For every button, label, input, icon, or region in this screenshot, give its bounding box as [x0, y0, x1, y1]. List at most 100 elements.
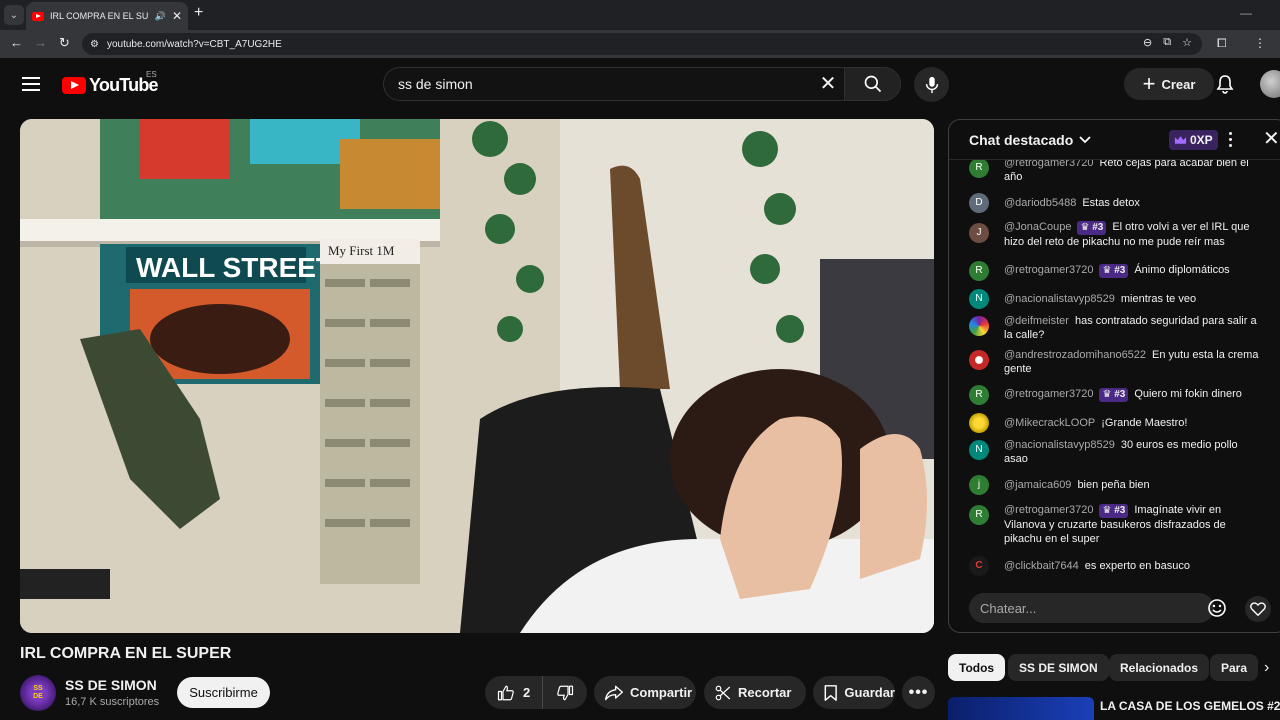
- author-avatar[interactable]: j: [969, 475, 989, 495]
- author-name[interactable]: @clickbait7644: [1004, 560, 1079, 572]
- reload-icon[interactable]: ↻: [59, 35, 70, 51]
- chat-mode-title[interactable]: Chat destacado: [969, 132, 1073, 148]
- notifications-button[interactable]: [1214, 73, 1236, 95]
- dislike-button[interactable]: [543, 676, 587, 709]
- share-icon: [605, 685, 623, 700]
- emoji-icon[interactable]: [1207, 598, 1227, 618]
- author-name[interactable]: @nacionalistavyp8529: [1004, 439, 1115, 451]
- clear-search-icon[interactable]: ✕: [816, 72, 840, 96]
- message-text: Ánimo diplomáticos: [1134, 264, 1230, 276]
- author-avatar[interactable]: R: [969, 160, 989, 178]
- chat-options-icon[interactable]: [1229, 132, 1232, 147]
- close-chat-icon[interactable]: ✕: [1263, 129, 1280, 149]
- subscriber-count: 16,7 K suscriptores: [65, 696, 160, 708]
- tab-search-button[interactable]: ⌄: [4, 5, 24, 25]
- new-tab-icon[interactable]: +: [194, 4, 203, 22]
- chip-for-you[interactable]: Para: [1210, 654, 1258, 681]
- author-name[interactable]: @retrogamer3720: [1004, 504, 1093, 516]
- suggested-video-title[interactable]: LA CASA DE LOS GEMELOS #2 |: [1100, 699, 1280, 713]
- browser-tab[interactable]: IRL COMPRA EN EL SUPER 🔊 ✕: [26, 2, 188, 30]
- region-code: ES: [146, 70, 157, 79]
- tab-close-icon[interactable]: ✕: [172, 9, 182, 23]
- search-button[interactable]: [845, 67, 901, 101]
- chip-channel[interactable]: SS DE SIMON: [1008, 654, 1109, 681]
- author-name[interactable]: @retrogamer3720: [1004, 264, 1093, 276]
- author-avatar[interactable]: C: [969, 556, 989, 576]
- author-name[interactable]: @MikecrackLOOP: [1004, 417, 1095, 429]
- message-text: mientras te veo: [1120, 293, 1197, 305]
- author-avatar[interactable]: R: [969, 261, 989, 281]
- channel-avatar[interactable]: SS DE: [20, 675, 56, 711]
- cast-icon[interactable]: ⧉: [1163, 36, 1171, 49]
- author-name[interactable]: @nacionalistavyp8529: [1004, 293, 1115, 305]
- forward-icon[interactable]: →: [34, 35, 47, 50]
- clip-button[interactable]: Recortar: [704, 676, 806, 709]
- microphone-icon: [925, 76, 938, 93]
- author-avatar[interactable]: [969, 413, 989, 433]
- author-name[interactable]: @JonaCoupe: [1004, 221, 1071, 233]
- scissors-icon: [715, 685, 731, 700]
- chip-todos[interactable]: Todos: [948, 654, 1006, 681]
- share-button[interactable]: Compartir: [594, 676, 696, 709]
- author-name[interactable]: @andrestrozadomihano6522: [1004, 349, 1146, 361]
- chat-message: @MikecrackLOOP ¡Grande Maestro!: [969, 413, 1259, 433]
- voice-search-button[interactable]: [914, 67, 949, 102]
- author-avatar[interactable]: N: [969, 440, 989, 460]
- chat-message: N @nacionalistavyp8529 mientras te veo: [969, 289, 1259, 309]
- youtube-header: YouTube ES ss de simon ✕ + Crear: [0, 58, 1280, 114]
- save-label: Guardar: [844, 685, 895, 700]
- author-name[interactable]: @retrogamer3720: [1004, 388, 1093, 400]
- chat-input-placeholder: Chatear...: [980, 600, 1037, 616]
- member-badge: ♛ #3: [1077, 221, 1107, 235]
- youtube-logo[interactable]: YouTube ES: [62, 70, 159, 96]
- chip-related[interactable]: Relacionados: [1109, 654, 1210, 681]
- chevron-right-icon[interactable]: ›: [1264, 659, 1269, 677]
- speaker-icon[interactable]: 🔊: [155, 11, 166, 22]
- chat-input[interactable]: Chatear...: [969, 593, 1214, 623]
- back-icon[interactable]: ←: [10, 35, 23, 50]
- author-avatar[interactable]: J: [969, 223, 989, 243]
- chat-message: J @JonaCoupe ♛ #3 El otro volvi a ver el I…: [969, 220, 1259, 249]
- url-text: youtube.com/watch?v=CBT_A7UG2HE: [106, 38, 282, 50]
- author-name[interactable]: @deifmeister: [1004, 315, 1069, 327]
- site-info-icon[interactable]: ⚙: [90, 39, 99, 50]
- chat-message: R @retrogamer3720 ♛ #3 Ánimo diplomáticos: [969, 261, 1259, 281]
- save-button[interactable]: Guardar: [813, 676, 895, 709]
- browser-menu-icon[interactable]: ⋮: [1254, 36, 1266, 50]
- author-avatar[interactable]: R: [969, 385, 989, 405]
- author-avatar[interactable]: [969, 350, 989, 370]
- suggested-video-thumbnail[interactable]: [948, 697, 1094, 720]
- heart-reaction-button[interactable]: [1245, 596, 1271, 622]
- author-name[interactable]: @retrogamer3720: [1004, 160, 1093, 169]
- like-dislike-group: 2: [485, 676, 587, 709]
- menu-icon[interactable]: [22, 77, 40, 91]
- author-name[interactable]: @dariodb5488: [1004, 197, 1076, 209]
- address-bar[interactable]: ⚙ youtube.com/watch?v=CBT_A7UG2HE ⊖ ⧉ ☆: [82, 33, 1202, 55]
- extensions-icon[interactable]: ⧠: [1217, 36, 1227, 51]
- member-badge: ♛ #3: [1099, 388, 1129, 402]
- video-player[interactable]: WALL STREET My First 1M: [20, 119, 934, 633]
- create-button[interactable]: + Crear: [1124, 68, 1214, 100]
- author-name[interactable]: @jamaica609: [1004, 479, 1071, 491]
- bookmark-star-icon[interactable]: ☆: [1182, 36, 1192, 49]
- message-text: bien peña bien: [1077, 479, 1150, 491]
- wall-street-sign: WALL STREET: [136, 252, 333, 283]
- bookmark-icon: [824, 684, 837, 701]
- like-button[interactable]: 2: [485, 676, 544, 709]
- zoom-icon[interactable]: ⊖: [1143, 36, 1152, 49]
- chevron-down-icon[interactable]: [1079, 135, 1091, 144]
- thumbs-up-icon: [497, 685, 514, 700]
- search-input[interactable]: ss de simon ✕: [383, 67, 845, 101]
- author-avatar[interactable]: D: [969, 193, 989, 213]
- account-avatar[interactable]: [1260, 70, 1280, 98]
- subscribe-button[interactable]: Suscribirme: [177, 677, 270, 708]
- channel-name[interactable]: SS DE SIMON: [65, 677, 157, 693]
- more-actions-button[interactable]: •••: [902, 676, 935, 709]
- search-query: ss de simon: [398, 76, 473, 92]
- xp-badge[interactable]: 0XP: [1169, 130, 1218, 150]
- frame-label: My First 1M: [328, 243, 395, 258]
- author-avatar[interactable]: R: [969, 505, 989, 525]
- author-avatar[interactable]: [969, 316, 989, 336]
- minimize-icon[interactable]: —: [1240, 6, 1252, 20]
- author-avatar[interactable]: N: [969, 289, 989, 309]
